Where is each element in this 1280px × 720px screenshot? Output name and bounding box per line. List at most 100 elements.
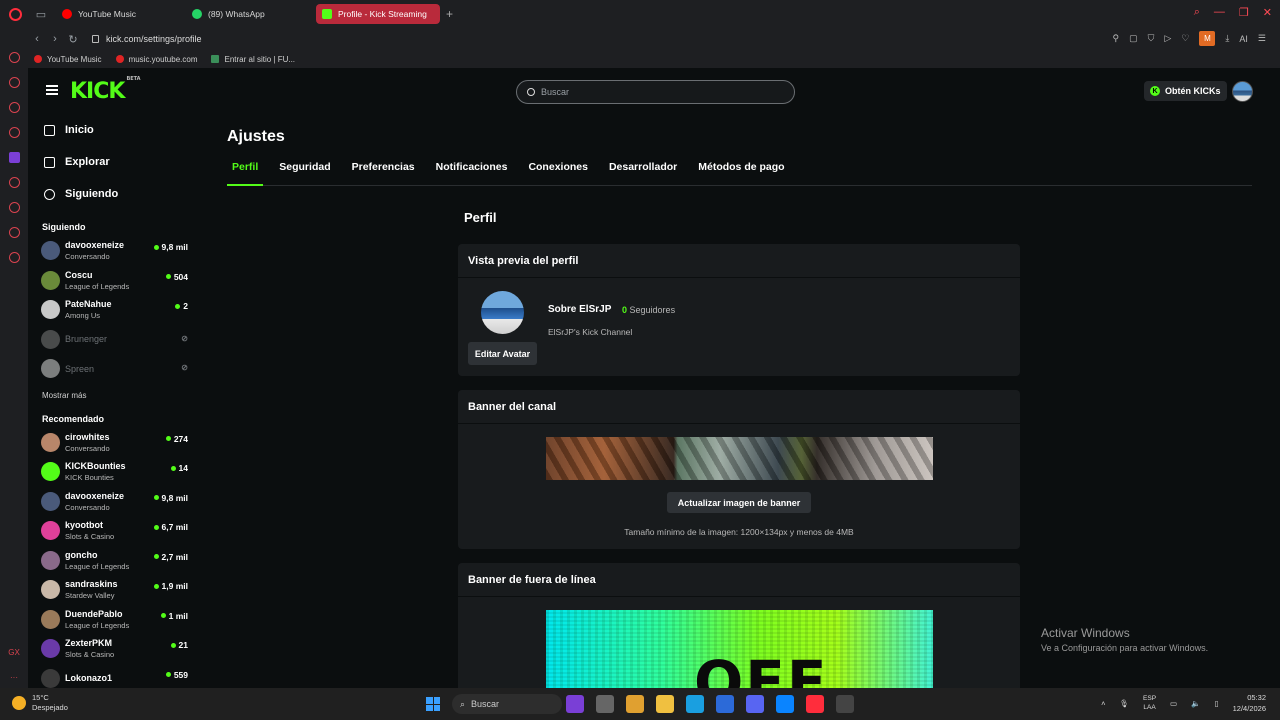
kick-search-input[interactable]: Buscar: [516, 80, 795, 104]
download-icon[interactable]: ⤓: [1225, 33, 1229, 44]
language-indicator[interactable]: ESP LAA: [1143, 694, 1156, 712]
edit-avatar-button[interactable]: Editar Avatar: [468, 342, 537, 365]
taskbar-app-icon[interactable]: [656, 695, 674, 713]
settings-tab-seguridad[interactable]: Seguridad: [274, 158, 335, 186]
kick-logo[interactable]: KICKBETA: [70, 76, 141, 104]
bookmark-music-youtube[interactable]: music.youtube.com: [115, 55, 197, 64]
url-field[interactable]: kick.com/settings/profile: [92, 34, 202, 44]
taskbar-app-icon[interactable]: [776, 695, 794, 713]
channel-banner-card: Banner del canal Actualizar imagen de ba…: [458, 390, 1020, 549]
taskbar-app-icon[interactable]: [746, 695, 764, 713]
taskbar-app-icon[interactable]: [626, 695, 644, 713]
clock[interactable]: 05:32 12/4/2026: [1233, 692, 1266, 714]
channel-row[interactable]: Lokonazo1 559: [28, 664, 198, 689]
opera-player-icon[interactable]: [8, 177, 20, 188]
reload-icon[interactable]: ↻: [64, 33, 82, 46]
settings-tab-m-todos-de-pago[interactable]: Métodos de pago: [693, 158, 789, 186]
channel-row[interactable]: Coscu League of Legends 504: [28, 266, 198, 296]
browser-tab-whatsapp[interactable]: (89) WhatsApp: [186, 4, 310, 24]
channel-row[interactable]: KICKBounties KICK Bounties 14: [28, 457, 198, 487]
settings-tab-preferencias[interactable]: Preferencias: [347, 158, 420, 186]
profile-preview-card: Vista previa del perfil Sobre ElSrJP 0 S…: [458, 244, 1020, 376]
search-icon: [527, 88, 535, 96]
channel-row[interactable]: kyootbot Slots & Casino 6,7 mil: [28, 516, 198, 546]
channel-row[interactable]: cirowhites Conversando 274: [28, 428, 198, 458]
taskbar-app-icon[interactable]: [806, 695, 824, 713]
settings-tab-conexiones[interactable]: Conexiones: [523, 158, 593, 186]
shield-icon[interactable]: ⛉: [1148, 33, 1155, 44]
twitch-icon[interactable]: [8, 152, 20, 163]
update-banner-button[interactable]: Actualizar imagen de banner: [667, 492, 811, 513]
channel-row[interactable]: ZexterPKM Slots & Casino 21: [28, 634, 198, 664]
windows-start-icon[interactable]: [426, 697, 440, 711]
volume-icon[interactable]: 🔈: [1191, 699, 1200, 708]
user-avatar[interactable]: [1232, 81, 1253, 102]
weather-widget[interactable]: 15°C Despejado: [12, 693, 68, 713]
history-icon[interactable]: [8, 202, 20, 213]
nav-inicio[interactable]: Inicio: [44, 114, 198, 146]
settings-tab-perfil[interactable]: Perfil: [227, 158, 264, 186]
snapshot-icon[interactable]: ▢: [1129, 33, 1138, 44]
nav-siguiendo[interactable]: Siguiendo: [44, 178, 198, 210]
tab-menu-icon[interactable]: ▭: [30, 0, 52, 28]
microphone-icon[interactable]: 🎙: [1120, 699, 1130, 708]
back-icon[interactable]: ‹: [28, 33, 46, 45]
more-icon[interactable]: ···: [10, 673, 18, 682]
maximize-icon[interactable]: ❐: [1239, 6, 1249, 19]
search-tabs-icon[interactable]: ⌕: [1194, 6, 1200, 19]
opera-bookmarks-icon[interactable]: [8, 102, 20, 113]
pin-icon[interactable]: ⚲: [1113, 33, 1120, 44]
menu-icon[interactable]: ☰: [1258, 33, 1266, 44]
channel-row[interactable]: davooxeneize Conversando 9,8 mil: [28, 487, 198, 517]
minimize-icon[interactable]: —: [1214, 6, 1225, 19]
extensions-icon[interactable]: [8, 227, 20, 238]
windows-activation-watermark: Activar Windows Ve a Configuración para …: [1041, 626, 1208, 653]
battery-icon[interactable]: ▯: [1214, 699, 1218, 708]
opera-logo-icon[interactable]: [0, 0, 30, 28]
channel-row[interactable]: PateNahue Among Us 2: [28, 295, 198, 325]
taskbar-app-icon[interactable]: [836, 695, 854, 713]
browser-tab-youtube-music[interactable]: YouTube Music: [56, 4, 180, 24]
channel-row[interactable]: Brunenger ⊘: [28, 325, 198, 355]
taskbar-app-icon[interactable]: [686, 695, 704, 713]
channel-row[interactable]: sandraskins Stardew Valley 1,9 mil: [28, 575, 198, 605]
network-icon[interactable]: ▭: [1170, 699, 1177, 708]
channel-row[interactable]: goncho League of Legends 2,7 mil: [28, 546, 198, 576]
opera-speed-dial-icon[interactable]: [8, 77, 20, 88]
ai-icon[interactable]: AI: [1239, 34, 1248, 44]
heart-icon[interactable]: ♡: [1181, 33, 1189, 44]
settings-tab-notificaciones[interactable]: Notificaciones: [431, 158, 513, 186]
taskbar-app-icon[interactable]: [566, 695, 584, 713]
bookmark-youtube-music[interactable]: YouTube Music: [34, 55, 102, 64]
opera-aria-icon[interactable]: [8, 52, 20, 63]
forward-icon[interactable]: ›: [46, 33, 64, 45]
hamburger-menu-icon[interactable]: [46, 85, 58, 95]
taskbar-app-icon[interactable]: [716, 695, 734, 713]
channel-name: KICKBounties: [65, 461, 126, 472]
get-kicks-button[interactable]: K Obtén KICKs: [1144, 81, 1227, 101]
taskbar-app-icon[interactable]: [596, 695, 614, 713]
channel-row[interactable]: DuendePablo League of Legends 1 mil: [28, 605, 198, 635]
channel-row[interactable]: Spreen ⊘: [28, 354, 198, 384]
kick-page: KICKBETA Buscar K Obtén KICKs Inicio Exp…: [28, 68, 1280, 688]
live-dot-icon: [153, 524, 159, 530]
live-dot-icon: [170, 465, 176, 471]
close-icon[interactable]: ✕: [1263, 6, 1272, 19]
opera-music-icon[interactable]: [8, 127, 20, 138]
play-icon[interactable]: ▷: [1164, 33, 1171, 44]
new-tab-icon[interactable]: +: [446, 7, 453, 21]
channel-avatar: [41, 491, 60, 511]
chevron-up-icon[interactable]: ˄: [1101, 699, 1105, 708]
gx-icon[interactable]: GX: [8, 648, 20, 657]
extension-m-icon[interactable]: M: [1199, 31, 1216, 46]
nav-explorar[interactable]: Explorar: [44, 146, 198, 178]
taskbar-search[interactable]: ⌕ Buscar: [452, 694, 562, 714]
settings-tab-desarrollador[interactable]: Desarrollador: [604, 158, 682, 186]
browser-tab-kick[interactable]: Profile - Kick Streaming: [316, 4, 440, 24]
viewer-count-text: 21: [178, 640, 188, 650]
channel-row[interactable]: davooxeneize Conversando 9,8 mil: [28, 236, 198, 266]
bookmark-entrar-al-sitio[interactable]: Entrar al sitio | FU...: [211, 55, 295, 64]
show-more-link[interactable]: Mostrar más: [28, 384, 198, 408]
settings-icon[interactable]: [8, 252, 20, 263]
sun-icon: [12, 696, 26, 710]
